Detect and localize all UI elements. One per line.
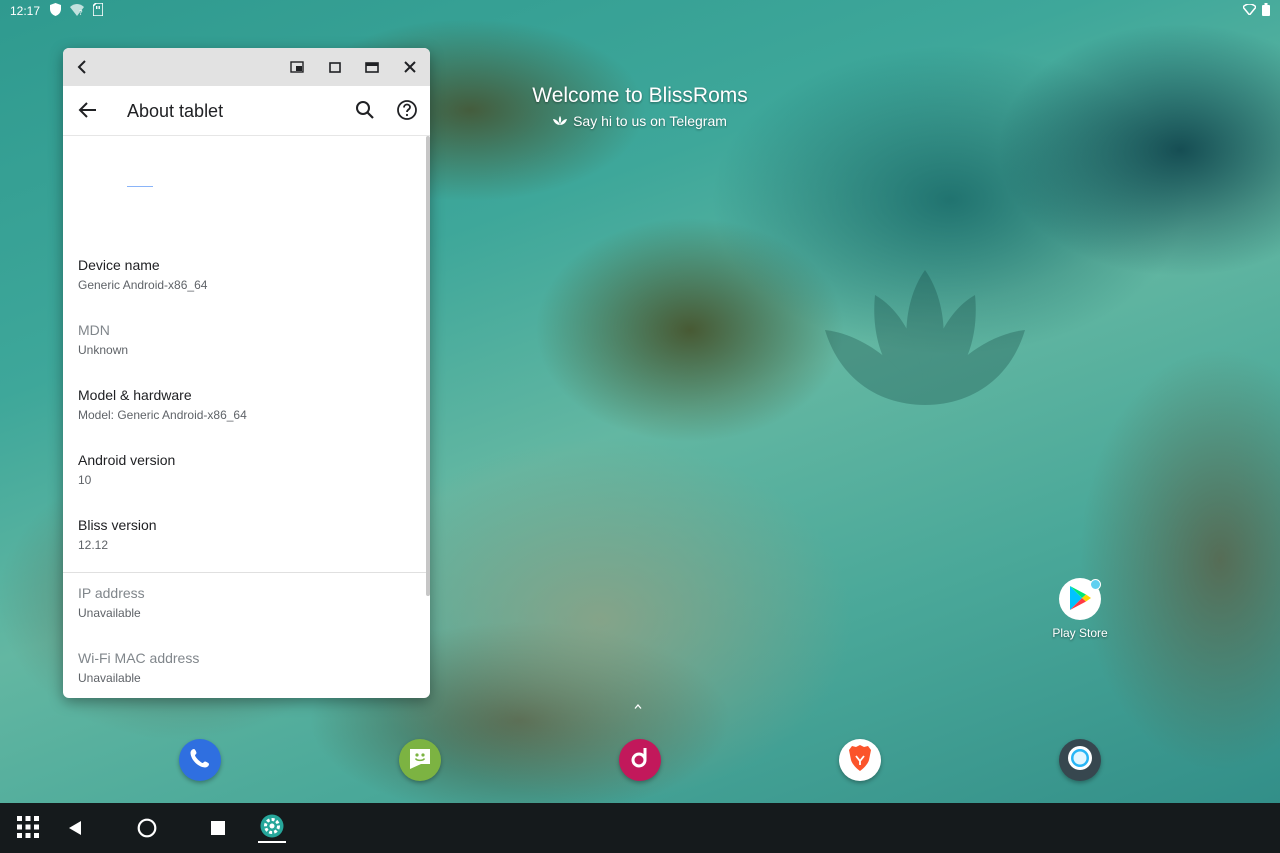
play-store-icon — [1068, 585, 1092, 614]
recents-icon[interactable] — [211, 821, 225, 835]
status-time: 12:17 — [10, 4, 41, 18]
camera-icon — [1065, 743, 1095, 778]
svg-text:?: ? — [79, 9, 83, 16]
play-store-shortcut[interactable]: Play Store — [1040, 578, 1120, 640]
resize-window-icon[interactable] — [287, 57, 307, 77]
list-item-android-version[interactable]: Android version 10 — [63, 440, 426, 505]
item-summary: Generic Android-x86_64 — [78, 278, 208, 292]
search-icon[interactable] — [354, 99, 376, 126]
play-store-label: Play Store — [1052, 626, 1108, 640]
back-arrow-icon[interactable] — [77, 99, 99, 126]
page-title: About tablet — [127, 101, 224, 121]
item-summary: Unavailable — [78, 606, 141, 620]
app-drawer-icon[interactable] — [17, 816, 39, 838]
item-title: IP address — [78, 585, 145, 601]
item-title: Device name — [78, 257, 160, 273]
wifi-off-icon: ? — [70, 3, 84, 19]
wifi-icon — [1242, 3, 1257, 18]
close-window-icon[interactable] — [400, 57, 420, 77]
item-title: Bliss version — [78, 517, 157, 533]
settings-list: Device name Generic Android-x86_64 MDN U… — [63, 136, 426, 698]
home-icon[interactable] — [137, 818, 157, 838]
back-icon[interactable] — [68, 820, 82, 836]
messaging-app[interactable] — [399, 739, 441, 781]
music-icon — [628, 746, 652, 775]
welcome-subtitle[interactable]: Say hi to us on Telegram — [573, 113, 727, 129]
settings-icon[interactable] — [260, 814, 284, 838]
help-icon[interactable] — [396, 99, 418, 126]
shield-icon — [50, 3, 61, 19]
item-summary: Unknown — [78, 343, 129, 357]
active-app-indicator — [258, 841, 286, 843]
messaging-icon — [407, 745, 433, 776]
minimize-window-icon[interactable] — [325, 57, 345, 77]
brave-browser-icon — [847, 744, 873, 777]
brave-browser-app[interactable] — [839, 739, 881, 781]
item-summary: Model: Generic Android-x86_64 — [78, 408, 247, 422]
scrollbar[interactable] — [426, 136, 430, 596]
list-item-device-name[interactable]: Device name Generic Android-x86_64 — [63, 245, 426, 310]
list-item-mdn: MDN Unknown — [63, 310, 426, 375]
list-item-model-hardware[interactable]: Model & hardware Model: Generic Android-… — [63, 375, 426, 440]
chevron-up-icon[interactable] — [634, 700, 642, 712]
item-summary: 10 — [78, 473, 92, 487]
taskbar — [0, 803, 1280, 853]
caption-back-icon[interactable] — [72, 57, 92, 77]
welcome-widget[interactable]: Welcome to BlissRoms Say hi to us on Tel… — [490, 84, 790, 129]
list-item-ip-address: IP address Unavailable — [63, 573, 426, 638]
header-area — [63, 136, 426, 245]
item-title: Model & hardware — [78, 387, 192, 403]
phone-icon — [188, 746, 212, 775]
item-title: MDN — [78, 322, 110, 338]
status-bar: 12:17 ? — [0, 0, 1280, 22]
list-item-wifi-mac: Wi-Fi MAC address Unavailable — [63, 638, 426, 698]
item-summary: 12.12 — [78, 538, 109, 552]
list-item-bliss-version[interactable]: Bliss version 12.12 — [63, 505, 426, 570]
loading-indicator — [127, 186, 153, 187]
music-app[interactable] — [619, 739, 661, 781]
lotus-watermark — [825, 270, 1025, 405]
item-title: Android version — [78, 452, 176, 468]
battery-icon — [1262, 3, 1270, 19]
sd-card-icon — [92, 2, 104, 19]
window-caption-bar[interactable] — [63, 48, 430, 86]
app-bar: About tablet — [63, 86, 430, 136]
item-summary: Unavailable — [78, 671, 141, 685]
camera-app[interactable] — [1059, 739, 1101, 781]
item-title: Wi-Fi MAC address — [78, 650, 200, 666]
maximize-window-icon[interactable] — [362, 57, 382, 77]
notification-dot — [1090, 579, 1101, 590]
phone-app[interactable] — [179, 739, 221, 781]
lotus-icon — [553, 113, 568, 129]
settings-window: About tablet Device name Generic Android… — [63, 48, 430, 698]
welcome-title: Welcome to BlissRoms — [532, 84, 748, 107]
